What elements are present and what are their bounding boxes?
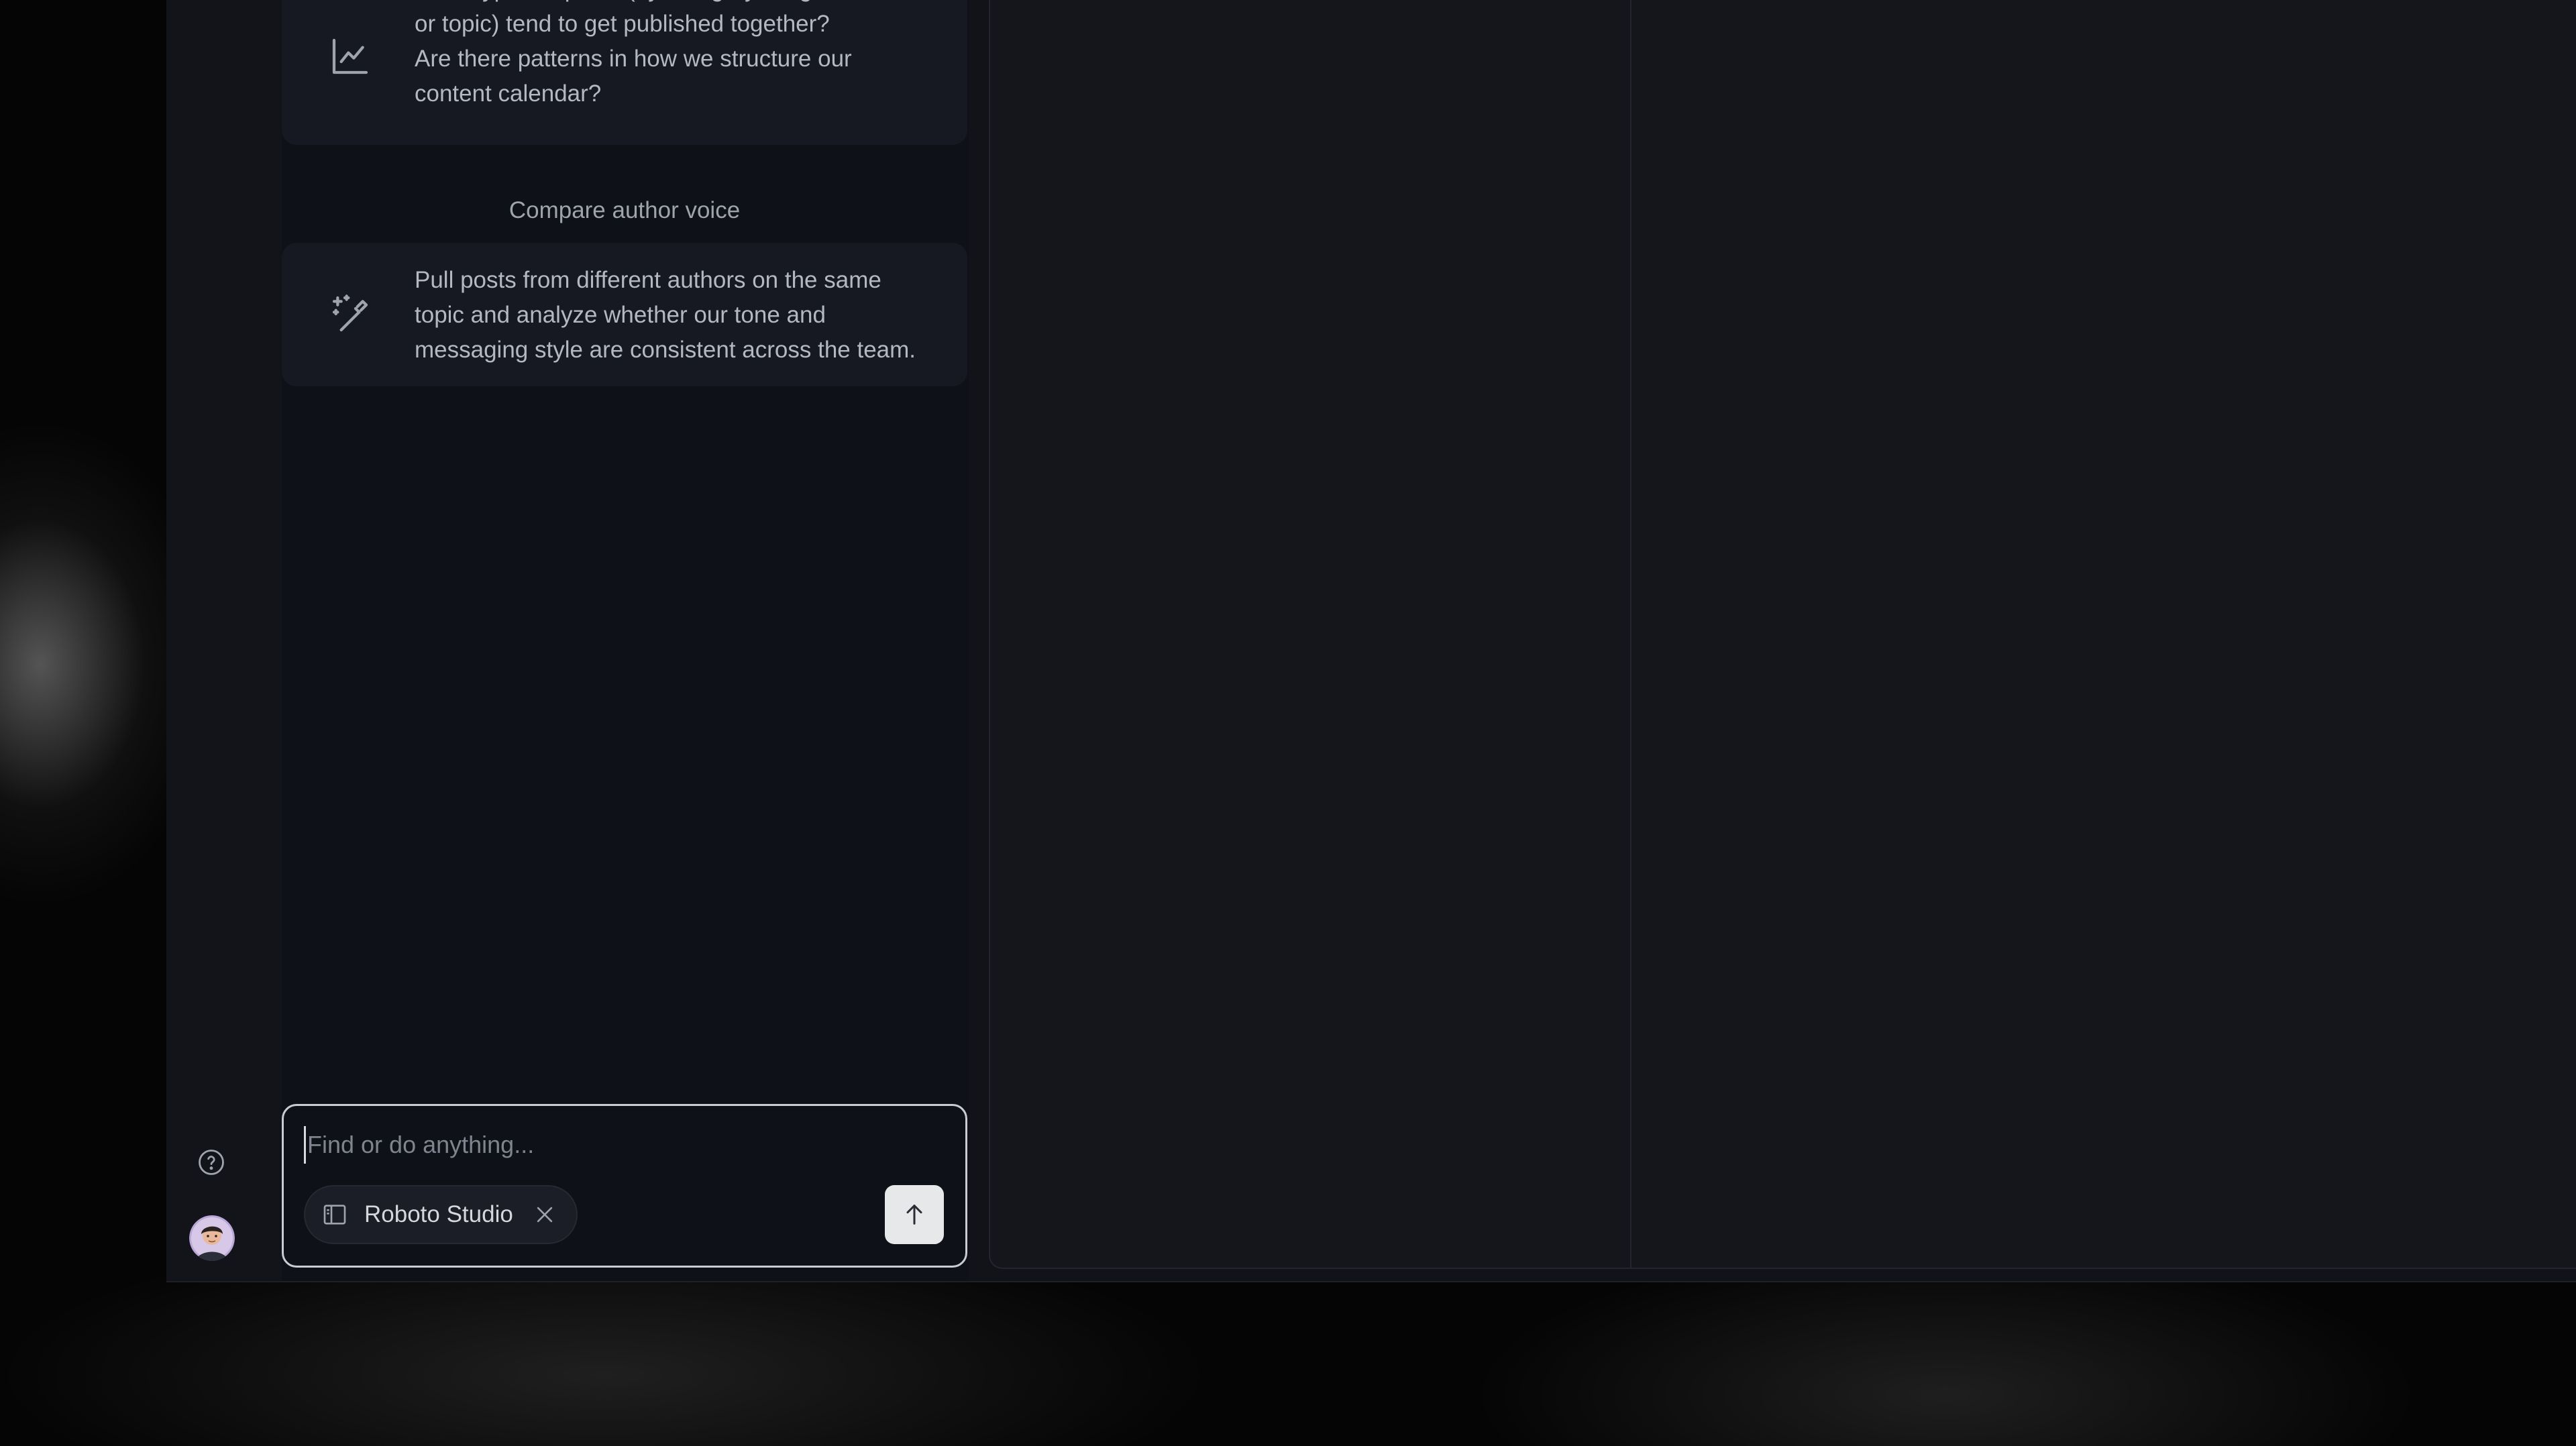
panel-divider <box>1630 0 1631 1268</box>
user-avatar-icon[interactable] <box>189 1215 235 1261</box>
suggestion-text: What types of posts (by category, length… <box>415 0 852 107</box>
context-chip[interactable]: Roboto Studio <box>304 1185 578 1244</box>
magic-wand-icon <box>329 292 372 335</box>
suggestion-card-content-patterns[interactable]: What types of posts (by category, length… <box>282 0 967 145</box>
context-chip-label: Roboto Studio <box>364 1201 513 1227</box>
sidebar-panel-icon <box>321 1201 348 1228</box>
suggestion-heading: Compare author voice <box>508 197 741 223</box>
main-content-panel <box>989 0 2576 1269</box>
suggestion-text: Pull posts from different authors on the… <box>415 267 916 363</box>
chat-panel <box>282 0 969 1281</box>
line-chart-icon <box>329 35 372 78</box>
search-input[interactable] <box>304 1126 912 1164</box>
suggestion-card-author-voice[interactable]: Pull posts from different authors on the… <box>282 243 967 386</box>
close-icon[interactable] <box>533 1203 556 1226</box>
arrow-up-icon <box>906 1205 922 1225</box>
left-rail <box>166 0 282 1281</box>
help-circle-icon[interactable] <box>197 1148 225 1176</box>
send-button[interactable] <box>885 1185 944 1244</box>
chat-composer: Roboto Studio <box>282 1104 967 1268</box>
